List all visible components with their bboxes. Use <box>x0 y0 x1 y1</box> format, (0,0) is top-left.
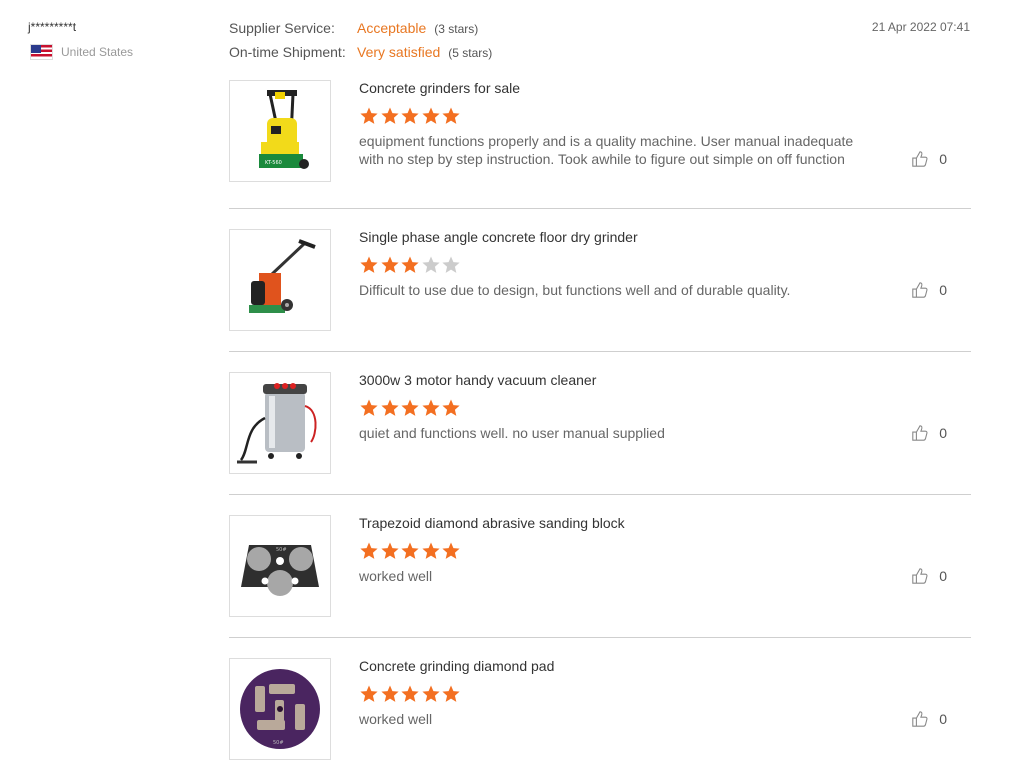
star-rating <box>359 255 879 277</box>
thumbs-up-icon <box>912 568 928 584</box>
star-filled-icon <box>360 542 378 559</box>
star-rating <box>359 541 879 563</box>
like-count: 0 <box>939 151 947 167</box>
star-filled-icon <box>401 685 419 702</box>
review-text: equipment functions properly and is a qu… <box>359 133 854 167</box>
rating-summary: Supplier Service: Acceptable (3 stars) O… <box>229 20 529 68</box>
star-filled-icon <box>421 399 440 416</box>
thumbs-up-icon <box>912 711 928 727</box>
star-filled-icon <box>380 256 399 273</box>
star-filled-icon <box>442 107 460 124</box>
review-item: 50# Concrete grinding diamond pad worked… <box>229 638 971 760</box>
thumbs-up-icon <box>912 151 928 167</box>
steel-vacuum-cleaner-image <box>237 383 317 464</box>
review-item: 3000w 3 motor handy vacuum cleaner quiet… <box>229 352 971 495</box>
star-filled-icon <box>421 107 440 124</box>
star-filled-icon <box>380 107 399 124</box>
star-empty-icon <box>442 256 460 273</box>
review-item-list: KT-560 Concrete grinders for sale equipm… <box>229 80 971 760</box>
purple-diamond-pad-image: 50# <box>240 669 320 749</box>
star-filled-icon <box>380 399 399 416</box>
supplier-service-label: Supplier Service: <box>229 20 335 36</box>
star-filled-icon <box>401 107 419 124</box>
svg-text:50#: 50# <box>276 547 287 553</box>
star-filled-icon <box>360 256 378 273</box>
review-text: worked well <box>359 568 433 584</box>
product-title[interactable]: Concrete grinding diamond pad <box>359 658 879 676</box>
product-thumbnail[interactable] <box>229 372 331 474</box>
star-filled-icon <box>442 542 460 559</box>
product-title[interactable]: Single phase angle concrete floor dry gr… <box>359 229 879 247</box>
star-filled-icon <box>421 542 440 559</box>
us-flag-icon <box>30 44 53 60</box>
supplier-service-value: Acceptable <box>357 20 427 36</box>
country-label: United States <box>61 45 134 59</box>
reviewer-name: j*********t <box>28 20 77 34</box>
star-filled-icon <box>380 685 399 702</box>
shipment-stars: (5 stars) <box>448 46 493 60</box>
yellow-floor-grinder-image: KT-560 <box>259 90 309 169</box>
star-filled-icon <box>421 685 440 702</box>
reviewer-info: j*********t United States <box>28 20 208 60</box>
star-filled-icon <box>380 542 399 559</box>
trapezoid-sanding-block-image: 50# <box>241 545 319 596</box>
supplier-service-row: Supplier Service: Acceptable (3 stars) <box>229 20 529 44</box>
svg-text:50#: 50# <box>273 740 284 746</box>
like-button[interactable]: 0 <box>911 710 947 728</box>
like-button[interactable]: 0 <box>911 424 947 442</box>
review-text: worked well <box>359 711 433 727</box>
star-filled-icon <box>360 399 378 416</box>
review-item: Single phase angle concrete floor dry gr… <box>229 209 971 352</box>
like-count: 0 <box>939 711 947 727</box>
like-count: 0 <box>939 282 947 298</box>
thumbs-up-icon <box>912 282 928 298</box>
product-thumbnail[interactable] <box>229 229 331 331</box>
reviewer-country: United States <box>28 44 208 60</box>
like-button[interactable]: 0 <box>911 281 947 299</box>
star-empty-icon <box>421 256 440 273</box>
product-title[interactable]: Concrete grinders for sale <box>359 80 879 98</box>
supplier-service-stars: (3 stars) <box>434 22 479 36</box>
product-thumbnail[interactable]: 50# <box>229 658 331 760</box>
review-item: KT-560 Concrete grinders for sale equipm… <box>229 80 971 209</box>
star-filled-icon <box>360 685 378 702</box>
star-rating <box>359 106 879 128</box>
like-button[interactable]: 0 <box>911 567 947 585</box>
like-button[interactable]: 0 <box>911 150 947 168</box>
like-count: 0 <box>939 425 947 441</box>
like-count: 0 <box>939 568 947 584</box>
star-filled-icon <box>401 399 419 416</box>
product-thumbnail[interactable]: 50# <box>229 515 331 617</box>
shipment-value: Very satisfied <box>357 44 441 60</box>
star-filled-icon <box>360 107 378 124</box>
review-text: quiet and functions well. no user manual… <box>359 425 665 441</box>
star-rating <box>359 398 879 420</box>
product-title[interactable]: Trapezoid diamond abrasive sanding block <box>359 515 879 533</box>
svg-text:KT-560: KT-560 <box>265 160 282 166</box>
star-filled-icon <box>442 399 460 416</box>
shipment-row: On-time Shipment: Very satisfied (5 star… <box>229 44 529 68</box>
star-filled-icon <box>401 256 419 273</box>
product-title[interactable]: 3000w 3 motor handy vacuum cleaner <box>359 372 879 390</box>
review-item: 50# Trapezoid diamond abrasive sanding b… <box>229 495 971 638</box>
review-date: 21 Apr 2022 07:41 <box>871 20 970 34</box>
star-filled-icon <box>442 685 460 702</box>
shipment-label: On-time Shipment: <box>229 44 346 60</box>
star-filled-icon <box>401 542 419 559</box>
review-text: Difficult to use due to design, but func… <box>359 282 791 298</box>
product-thumbnail[interactable]: KT-560 <box>229 80 331 182</box>
orange-angle-grinder-image <box>249 239 316 313</box>
thumbs-up-icon <box>912 425 928 441</box>
star-rating <box>359 684 879 706</box>
